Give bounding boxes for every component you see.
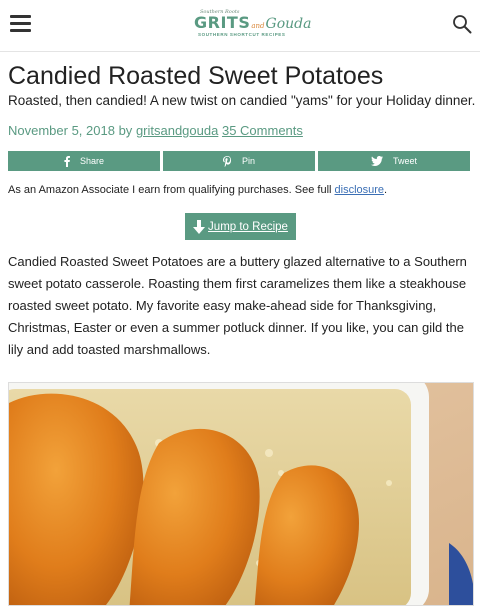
twitter-share-label: Tweet (392, 156, 417, 166)
share-bar: Share Pin Tweet (8, 151, 470, 171)
twitter-icon (370, 156, 383, 166)
intro-paragraph: Candied Roasted Sweet Potatoes are a but… (8, 254, 467, 357)
hamburger-icon[interactable] (10, 15, 31, 32)
logo-gouda: Gouda (265, 16, 312, 32)
arrow-down-icon (193, 219, 206, 234)
comments-link[interactable]: 35 Comments (222, 123, 303, 138)
logo-and: and (251, 22, 265, 30)
post-subtitle: Roasted, then candied! A new twist on ca… (8, 93, 476, 108)
jump-to-recipe-button[interactable]: Jump to Recipe (185, 213, 296, 240)
logo-wordmark: GRITSandGouda (194, 13, 311, 33)
facebook-icon (64, 155, 70, 167)
disclosure-end: . (384, 184, 388, 196)
site-header: Southern Roots GRITSandGouda SOUTHERN SH… (0, 0, 480, 52)
pinterest-share-label: Pin (241, 156, 255, 166)
post-by: by (118, 123, 133, 138)
author-link[interactable]: gritsandgouda (136, 123, 218, 138)
site-logo[interactable]: Southern Roots GRITSandGouda SOUTHERN SH… (186, 9, 311, 43)
search-icon[interactable] (452, 14, 472, 34)
twitter-share-button[interactable]: Tweet (318, 151, 470, 171)
sweet-potatoes-photo (8, 382, 474, 606)
facebook-share-button[interactable]: Share (8, 151, 160, 171)
logo-subtitle: SOUTHERN SHORTCUT RECIPES (198, 32, 286, 37)
jump-to-recipe-label: Jump to Recipe (208, 220, 288, 233)
post-date: November 5, 2018 (8, 123, 115, 138)
affiliate-disclosure: As an Amazon Associate I earn from quali… (8, 184, 387, 196)
pinterest-icon (222, 155, 231, 167)
post-title: Candied Roasted Sweet Potatoes (8, 62, 384, 90)
facebook-share-label: Share (79, 156, 105, 166)
logo-grits: GRITS (194, 13, 251, 32)
post-meta: November 5, 2018 by gritsandgouda 35 Com… (8, 123, 303, 138)
disclosure-text: As an Amazon Associate I earn from quali… (8, 184, 335, 196)
photo-illustration (9, 383, 473, 605)
disclosure-link[interactable]: disclosure (335, 184, 385, 196)
pinterest-share-button[interactable]: Pin (163, 151, 315, 171)
